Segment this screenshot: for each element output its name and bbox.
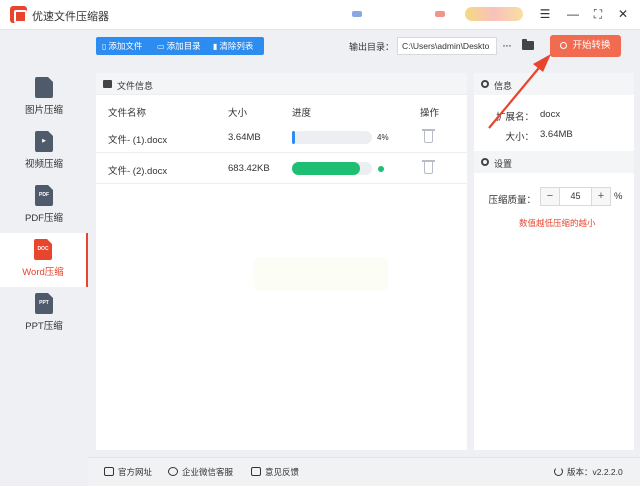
maximize-icon[interactable]: ⛶ — [590, 6, 606, 22]
blurred-region — [352, 11, 362, 17]
file-icon: ▯ — [102, 42, 107, 51]
output-dir-field[interactable]: C:\Users\admin\Deskto — [397, 37, 497, 55]
clear-list-label: 清除列表 — [219, 41, 254, 51]
folder-icon: ▭ — [157, 42, 165, 51]
doc-file-icon: DOC — [34, 239, 52, 260]
table-row[interactable]: 文件- (1).docx 3.64MB 4% — [96, 122, 467, 153]
sidebar-item-ppt[interactable]: PPT PPT压缩 — [0, 287, 88, 341]
minimize-icon[interactable]: — — [565, 6, 581, 22]
add-file-label: 添加文件 — [108, 41, 143, 51]
file-panel-header: 文件信息 — [96, 73, 467, 95]
clear-list-button[interactable]: ▮ 清除列表 — [213, 37, 253, 55]
info-title: 信息 — [494, 81, 513, 91]
more-icon[interactable]: ··· — [502, 38, 512, 52]
sidebar: 图片压缩 ▶ 视频压缩 PDF PDF压缩 DOC Word压缩 PPT PPT… — [0, 71, 88, 461]
sidebar-item-image[interactable]: 图片压缩 — [0, 71, 88, 125]
trash-icon: ▮ — [213, 42, 218, 51]
refresh-icon — [554, 467, 563, 476]
pdf-file-icon: PDF — [35, 185, 53, 206]
app-title: 优速文件压缩器 — [32, 11, 109, 23]
start-convert-label: 开始转换 — [572, 40, 611, 51]
wechat-support-link[interactable]: 企业微信客服 — [168, 466, 233, 478]
quality-stepper[interactable]: − 45 + — [540, 187, 611, 206]
sidebar-item-label: 图片压缩 — [24, 105, 63, 116]
file-toolbar: ▯ 添加文件 ▭ 添加目录 ▮ 清除列表 — [96, 37, 264, 55]
extension-value: docx — [540, 109, 561, 120]
delete-icon[interactable] — [422, 129, 435, 143]
title-bar: 优速文件压缩器 ☰ — ⛶ ✕ — [0, 0, 640, 30]
version-label: 版本：v2.2.2.0 — [567, 467, 623, 477]
quality-label: 压缩质量： — [488, 195, 536, 206]
column-header-size: 大小 — [228, 108, 248, 119]
progress-fill — [292, 162, 360, 175]
progress-bar — [292, 162, 372, 175]
website-label: 官方网址 — [118, 467, 153, 477]
open-folder-icon[interactable] — [522, 39, 534, 50]
chat-icon — [168, 467, 178, 476]
file-panel-title: 文件信息 — [117, 81, 154, 91]
close-icon[interactable]: ✕ — [615, 6, 631, 22]
website-link[interactable]: 官方网址 — [104, 466, 152, 478]
settings-title: 设置 — [494, 159, 513, 169]
file-list-panel: 文件信息 文件名称 大小 进度 操作 文件- (1).docx 3.64MB 4… — [96, 73, 467, 450]
quality-hint: 数值越低压缩的越小 — [519, 218, 596, 228]
progress-bar — [292, 131, 372, 144]
extension-label: 扩展名： — [495, 112, 534, 123]
footer-bar: 官方网址 企业微信客服 意见反馈 版本：v2.2.2.0 — [88, 457, 640, 486]
monitor-icon — [104, 467, 114, 476]
column-header-name: 文件名称 — [108, 108, 147, 119]
watermark — [254, 257, 388, 291]
sidebar-item-label: Word压缩 — [22, 267, 64, 278]
blurred-region — [435, 11, 445, 17]
file-name: 文件- (2).docx — [108, 166, 168, 177]
ppt-file-icon: PPT — [35, 293, 53, 314]
add-directory-label: 添加目录 — [166, 41, 201, 51]
quality-value[interactable]: 45 — [560, 188, 591, 205]
size-label: 大小： — [505, 132, 534, 143]
file-size: 683.42KB — [228, 163, 270, 174]
info-section-header: 信息 — [474, 73, 634, 95]
sidebar-item-video[interactable]: ▶ 视频压缩 — [0, 125, 88, 179]
table-row[interactable]: 文件- (2).docx 683.42KB — [96, 153, 467, 184]
file-size: 3.64MB — [228, 132, 261, 143]
gear-icon — [481, 158, 489, 166]
video-file-icon: ▶ — [35, 131, 53, 152]
sidebar-item-pdf[interactable]: PDF PDF压缩 — [0, 179, 88, 233]
image-file-icon — [35, 77, 53, 98]
percent-unit: % — [614, 191, 623, 202]
increase-button[interactable]: + — [591, 188, 610, 205]
file-name: 文件- (1).docx — [108, 135, 168, 146]
version-info[interactable]: 版本：v2.2.2.0 — [554, 466, 623, 478]
progress-fill — [292, 131, 296, 144]
delete-icon[interactable] — [422, 160, 435, 174]
menu-icon[interactable]: ☰ — [537, 6, 553, 22]
success-dot-icon — [378, 166, 384, 172]
column-header-action: 操作 — [420, 108, 440, 119]
start-convert-button[interactable]: 开始转换 — [550, 35, 621, 57]
output-dir-label: 输出目录： — [349, 42, 395, 52]
settings-section-header: 设置 — [474, 151, 634, 173]
sidebar-item-word[interactable]: DOC Word压缩 — [0, 233, 88, 287]
progress-percent: 4% — [377, 133, 389, 142]
feedback-icon — [251, 467, 261, 476]
feedback-label: 意见反馈 — [265, 467, 300, 477]
arrow-head — [533, 54, 551, 72]
side-info-panel: 信息 扩展名： docx 大小： 3.64MB 设置 压缩质量： — [474, 73, 634, 450]
app-logo-icon — [10, 6, 27, 23]
sidebar-item-label: PPT压缩 — [25, 321, 63, 332]
add-file-button[interactable]: ▯ 添加文件 — [102, 37, 142, 55]
sidebar-item-label: PDF压缩 — [24, 213, 63, 224]
size-value: 3.64MB — [540, 129, 573, 140]
feedback-link[interactable]: 意见反馈 — [251, 466, 299, 478]
sidebar-item-label: 视频压缩 — [24, 159, 63, 170]
decrease-button[interactable]: − — [541, 188, 560, 205]
column-header-progress: 进度 — [292, 108, 312, 119]
image-icon — [103, 80, 112, 88]
blurred-region — [465, 7, 523, 21]
gear-icon — [481, 80, 489, 88]
add-directory-button[interactable]: ▭ 添加目录 — [157, 37, 201, 55]
start-icon — [560, 42, 568, 49]
wechat-label: 企业微信客服 — [182, 467, 234, 477]
